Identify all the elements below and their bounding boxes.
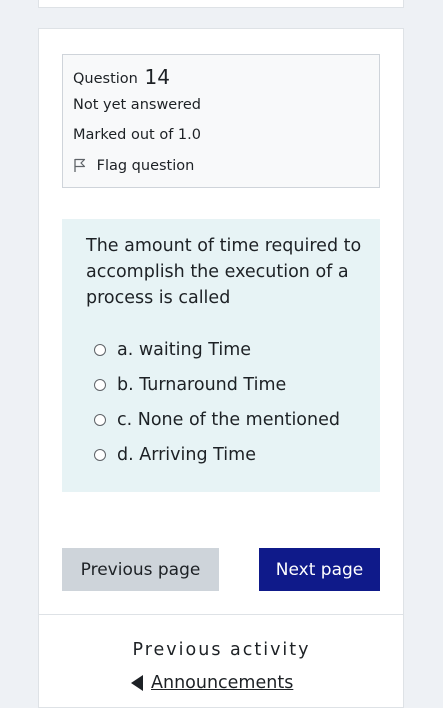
question-content-panel: The amount of time required to accomplis… xyxy=(62,219,380,492)
radio-button-d[interactable] xyxy=(94,449,106,461)
arrow-left-icon xyxy=(131,675,143,691)
section-divider xyxy=(38,614,404,615)
previous-activity-link[interactable]: Announcements xyxy=(131,673,293,693)
radio-button-c[interactable] xyxy=(94,414,106,426)
previous-activity-link-text: Announcements xyxy=(151,673,294,693)
flag-question-link[interactable]: Flag question xyxy=(73,158,194,174)
previous-card-fragment xyxy=(38,0,404,8)
radio-button-b[interactable] xyxy=(94,379,106,391)
question-status: Not yet answered xyxy=(73,97,201,113)
answer-option-b-label: b. Turnaround Time xyxy=(117,375,287,395)
answer-option-b[interactable]: b. Turnaround Time xyxy=(94,373,286,397)
previous-page-button[interactable]: Previous page xyxy=(62,548,219,591)
answer-option-c[interactable]: c. None of the mentioned xyxy=(94,408,340,432)
flag-question-label: Flag question xyxy=(96,158,195,174)
question-number: 14 xyxy=(144,65,170,89)
radio-button-a[interactable] xyxy=(94,344,106,356)
answer-option-c-label: c. None of the mentioned xyxy=(117,410,340,430)
question-label-text: Question xyxy=(73,71,138,87)
question-text: The amount of time required to accomplis… xyxy=(86,236,362,308)
flag-icon xyxy=(73,158,97,174)
next-page-button[interactable]: Next page xyxy=(259,548,380,591)
answer-option-d-label: d. Arriving Time xyxy=(117,445,256,465)
question-info-panel: Question 14 Not yet answered Marked out … xyxy=(62,54,380,188)
answer-option-a-label: a. waiting Time xyxy=(117,340,252,360)
answer-option-d[interactable]: d. Arriving Time xyxy=(94,443,256,467)
answer-option-a[interactable]: a. waiting Time xyxy=(94,338,251,362)
question-marks: Marked out of 1.0 xyxy=(73,127,201,143)
question-number-label: Question 14 xyxy=(73,65,170,89)
previous-activity-label: Previous activity xyxy=(132,640,311,660)
